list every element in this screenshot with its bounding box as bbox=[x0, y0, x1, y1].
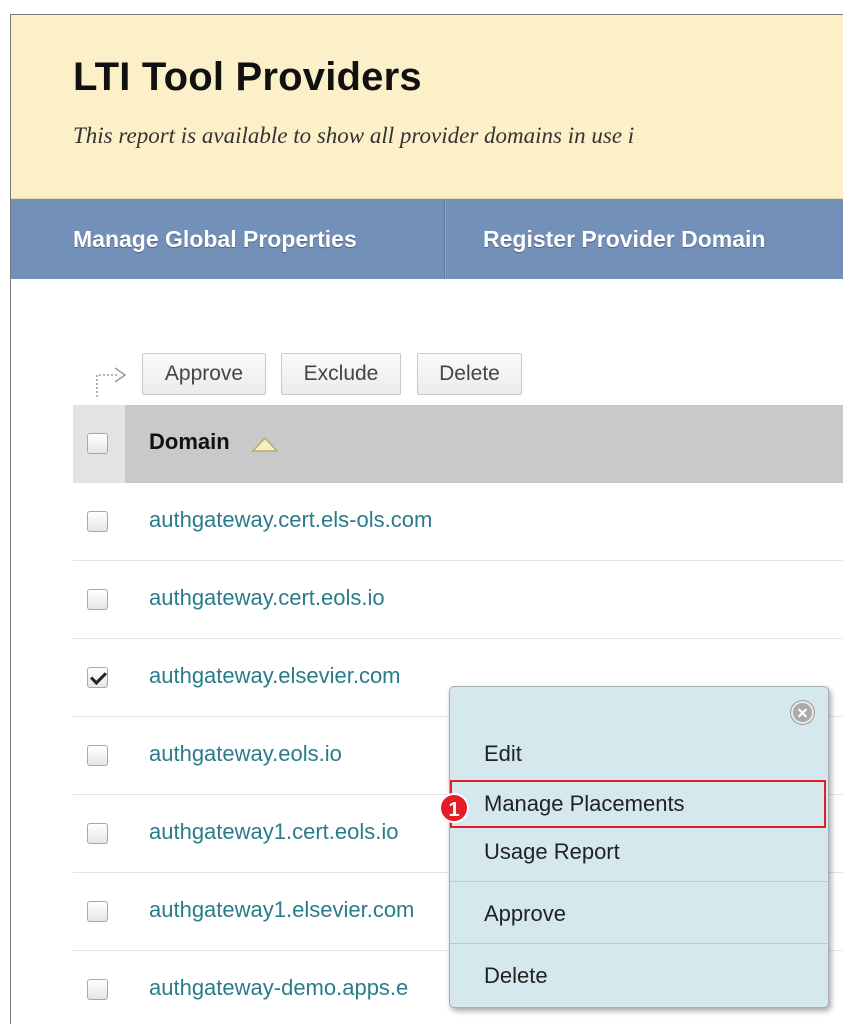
domain-link[interactable]: authgateway.elsevier.com bbox=[149, 663, 401, 689]
row-checkbox[interactable] bbox=[87, 823, 108, 844]
domain-column-label[interactable]: Domain bbox=[149, 429, 230, 455]
exclude-button[interactable]: Exclude bbox=[281, 353, 401, 395]
menu-item-usage-report[interactable]: Usage Report bbox=[450, 839, 828, 865]
domain-link[interactable]: authgateway.eols.io bbox=[149, 741, 342, 767]
table-row: authgateway.cert.els-ols.com bbox=[73, 483, 843, 561]
manage-global-properties-button[interactable]: Manage Global Properties bbox=[11, 199, 444, 279]
highlight-box bbox=[450, 780, 826, 828]
menu-separator bbox=[450, 881, 828, 882]
menu-item-delete[interactable]: Delete bbox=[450, 963, 828, 989]
menu-separator bbox=[450, 943, 828, 944]
domain-column-header[interactable] bbox=[125, 405, 843, 483]
domain-link[interactable]: authgateway1.elsevier.com bbox=[149, 897, 414, 923]
domain-link[interactable]: authgateway-demo.apps.e bbox=[149, 975, 408, 1001]
table-row: authgateway.cert.eols.io bbox=[73, 561, 843, 639]
row-checkbox[interactable] bbox=[87, 979, 108, 1000]
domain-link[interactable]: authgateway1.cert.eols.io bbox=[149, 819, 399, 845]
menu-item-edit[interactable]: Edit bbox=[450, 741, 828, 767]
page-description: This report is available to show all pro… bbox=[73, 123, 635, 148]
domain-link[interactable]: authgateway.cert.eols.io bbox=[149, 585, 385, 611]
sort-ascending-icon[interactable] bbox=[251, 435, 279, 453]
row-checkbox-checked[interactable] bbox=[87, 667, 108, 688]
page-header: LTI Tool Providers This report is availa… bbox=[11, 15, 843, 199]
select-all-cell bbox=[73, 405, 125, 483]
action-bar: Manage Global Properties Register Provid… bbox=[11, 199, 843, 279]
row-checkbox[interactable] bbox=[87, 511, 108, 532]
row-checkbox[interactable] bbox=[87, 901, 108, 922]
context-menu: Edit Manage Placements Usage Report Appr… bbox=[449, 686, 829, 1008]
close-icon[interactable] bbox=[791, 701, 814, 724]
page-title: LTI Tool Providers bbox=[73, 55, 422, 99]
row-checkbox[interactable] bbox=[87, 589, 108, 610]
domain-link[interactable]: authgateway.cert.els-ols.com bbox=[149, 507, 432, 533]
approve-button[interactable]: Approve bbox=[142, 353, 266, 395]
delete-button[interactable]: Delete bbox=[417, 353, 522, 395]
page-frame: LTI Tool Providers This report is availa… bbox=[10, 14, 843, 1024]
menu-item-approve[interactable]: Approve bbox=[450, 901, 828, 927]
row-checkbox[interactable] bbox=[87, 745, 108, 766]
select-all-arrow-icon bbox=[96, 367, 127, 397]
select-all-checkbox[interactable] bbox=[87, 433, 108, 454]
register-provider-domain-button[interactable]: Register Provider Domain bbox=[444, 199, 765, 279]
callout-badge: 1 bbox=[439, 793, 469, 823]
